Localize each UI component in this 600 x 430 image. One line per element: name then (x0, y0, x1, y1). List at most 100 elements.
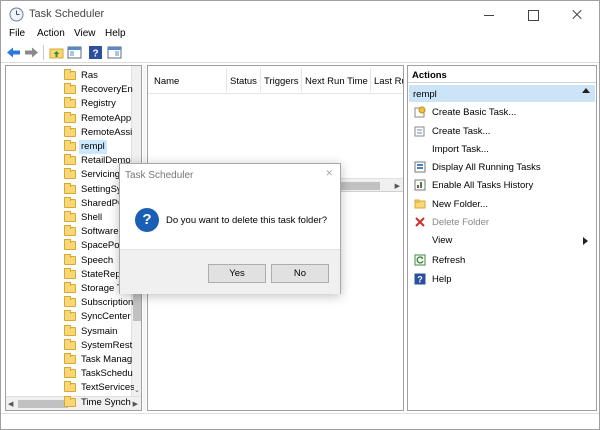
dialog-message: Do you want to delete this task folder? (166, 215, 328, 226)
tree-item[interactable]: Task Manag (64, 353, 134, 367)
folder-icon (64, 367, 76, 379)
tree-item[interactable]: TaskSchedu (64, 367, 134, 381)
tree-item-label: Storage T (81, 283, 123, 294)
folder-icon (64, 395, 76, 407)
back-arrow-icon[interactable] (6, 45, 21, 60)
tree-scroll-thumb[interactable] (133, 291, 141, 321)
action-item-label: Create Task... (432, 126, 491, 137)
up-folder-icon[interactable] (49, 45, 64, 60)
menu-view[interactable]: View (74, 28, 96, 39)
folder-icon (64, 353, 76, 364)
help-icon[interactable]: ? (88, 45, 103, 60)
scroll-right-icon[interactable]: ▶ (395, 182, 400, 190)
action-item-label: Delete Folder (432, 217, 490, 228)
minimize-button[interactable] (467, 1, 511, 29)
collapse-arrow-icon[interactable] (582, 88, 590, 93)
column-last-run[interactable]: Last Ru (374, 76, 403, 87)
folder-icon (64, 69, 76, 80)
column-divider (301, 68, 302, 92)
yes-button[interactable]: Yes (208, 264, 266, 283)
column-name[interactable]: Name (154, 76, 179, 87)
close-button[interactable] (555, 1, 599, 29)
tree-hscroll-thumb[interactable] (18, 400, 68, 408)
show-hide-action-pane-icon[interactable] (107, 45, 122, 60)
tree-item[interactable]: Registry (64, 97, 134, 111)
question-icon: ? (135, 208, 159, 232)
folder-icon (64, 253, 76, 265)
column-triggers[interactable]: Triggers (264, 76, 299, 87)
action-item[interactable]: Create Task... (408, 123, 596, 141)
column-divider (260, 68, 261, 92)
maximize-button[interactable] (511, 1, 555, 29)
folder-icon (64, 310, 76, 322)
scroll-down-icon[interactable]: ⌄ (134, 386, 140, 394)
tree-item[interactable]: SystemRest (64, 338, 134, 353)
task-list-header: Name Status Triggers Next Run Time Last … (148, 66, 403, 94)
folder-icon (64, 182, 76, 194)
tree-item[interactable]: Subscription (64, 296, 134, 310)
tree-item[interactable]: rempl (64, 140, 134, 154)
tree-item-label: rempl (79, 140, 107, 154)
tree-item-label: SyncCenter (81, 311, 131, 323)
tree-item[interactable]: Ras (64, 69, 134, 83)
tree-item-label: SettingSy (81, 183, 122, 195)
action-item-label: New Folder... (432, 199, 488, 210)
no-button[interactable]: No (271, 264, 329, 283)
folder-icon (64, 381, 76, 393)
dialog-close-icon[interactable]: ✕ (325, 168, 333, 179)
task-scheduler-window: Task Scheduler File Action View Help ? ⌄… (0, 0, 600, 430)
dialog-title: Task Scheduler (125, 170, 194, 181)
running-tasks-icon (414, 161, 426, 173)
menu-help[interactable]: Help (105, 28, 126, 39)
action-item[interactable]: New Folder... (408, 196, 596, 214)
menu-action[interactable]: Action (37, 28, 65, 39)
action-item[interactable]: Enable All Tasks History (408, 177, 596, 195)
window-title: Task Scheduler (29, 8, 105, 20)
tree-item[interactable]: TextServices (64, 381, 134, 395)
column-status[interactable]: Status (230, 76, 257, 87)
forward-arrow-icon[interactable] (24, 45, 39, 60)
column-divider (226, 68, 227, 92)
tree-item[interactable]: Sysmain (64, 324, 134, 339)
action-item[interactable]: Display All Running Tasks (408, 159, 596, 177)
show-hide-tree-icon[interactable] (67, 45, 82, 60)
tree-item[interactable]: RecoveryEn (64, 83, 134, 97)
tree-item[interactable]: RemoteAssi (64, 125, 134, 140)
action-item[interactable]: Refresh (408, 252, 596, 270)
scroll-left-icon[interactable]: ◀ (8, 400, 13, 408)
folder-icon (64, 225, 76, 237)
menu-file[interactable]: File (9, 28, 25, 39)
action-item-label: View (432, 235, 453, 246)
title-bar[interactable]: Task Scheduler (1, 1, 599, 29)
dialog-footer: Yes No (120, 249, 340, 294)
tree-item-label: RemoteAssi (81, 126, 133, 138)
folder-icon (64, 282, 76, 293)
action-item[interactable]: View (408, 232, 596, 250)
folder-icon (64, 338, 76, 350)
action-item[interactable]: Create Basic Task... (408, 104, 596, 122)
folder-icon (64, 111, 76, 123)
svg-text:?: ? (417, 275, 423, 285)
tree-item-label: Sysmain (81, 325, 118, 337)
actions-folder-header[interactable]: rempl (409, 85, 595, 102)
action-item[interactable]: Import Task... (408, 141, 596, 159)
svg-text:?: ? (92, 49, 98, 60)
action-item[interactable]: ? Help (408, 271, 596, 289)
tree-item-label: Shell (81, 212, 103, 223)
folder-icon (64, 324, 76, 336)
tree-item[interactable]: SyncCenter (64, 310, 134, 324)
new-folder-icon (414, 198, 426, 210)
folder-icon (64, 211, 76, 222)
tree-item[interactable]: RemoteApp (64, 111, 134, 126)
clock-app-icon (9, 7, 24, 22)
create-task-icon (414, 125, 426, 137)
tree-item-label: RemoteApp (81, 112, 132, 124)
folder-icon (64, 83, 76, 95)
delete-folder-dialog: Task Scheduler ✕ ? Do you want to delete… (119, 163, 341, 294)
tree-item[interactable]: Time Synch (64, 395, 134, 410)
folder-icon (64, 267, 76, 279)
tree-item-label: Ras (81, 70, 98, 81)
folder-icon (64, 168, 76, 180)
status-bar (1, 413, 599, 429)
column-next-run-time[interactable]: Next Run Time (305, 76, 368, 87)
